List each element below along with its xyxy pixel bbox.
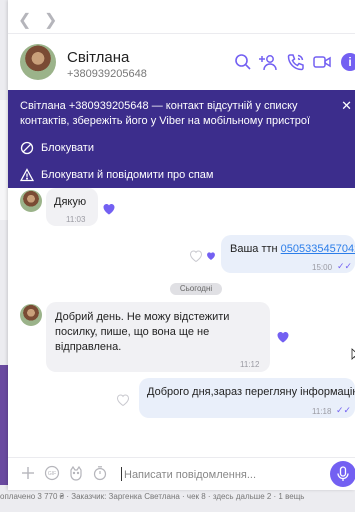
mic-icon[interactable]: [330, 461, 355, 487]
video-call-icon[interactable]: [312, 52, 332, 72]
navigation-bar: ❮ ❯: [8, 8, 128, 32]
message-bubble-incoming[interactable]: Дякую 11:03: [46, 188, 98, 226]
banner-message: Світлана +380939205648 — контакт відсутн…: [20, 100, 311, 127]
background-bottom-strip: оплачено 3 770 ₴ · Заказчик: Заргенка Св…: [0, 488, 355, 512]
message-time: 15:00: [312, 263, 333, 272]
background-window-edge: [0, 0, 8, 512]
message-text: Добрий день. Не можу відстежити посилку,…: [55, 311, 230, 353]
message-time: 11:03: [66, 215, 86, 224]
svg-text:GIF: GIF: [48, 471, 56, 477]
timer-icon[interactable]: [92, 465, 108, 481]
background-panel: [0, 100, 8, 220]
message-composer: GIF Написати повідомлення...: [8, 458, 355, 490]
background-panel-purple: [0, 365, 8, 485]
gif-icon[interactable]: GIF: [44, 465, 60, 481]
chat-header: Світлана +380939205648 i: [8, 34, 355, 90]
sender-avatar[interactable]: [20, 304, 42, 326]
sender-avatar[interactable]: [20, 190, 42, 212]
message-bubble-incoming[interactable]: Добрий день. Не можу відстежити посилку,…: [46, 302, 270, 372]
like-heart-icon[interactable]: [116, 393, 130, 407]
plus-icon[interactable]: [20, 465, 36, 481]
search-icon[interactable]: [233, 52, 253, 72]
contact-name[interactable]: Світлана: [67, 49, 129, 66]
liked-heart-icon[interactable]: [276, 330, 290, 344]
text-caret: [121, 467, 122, 481]
liked-heart-small-icon: [206, 250, 216, 260]
message-text: Дякую: [54, 196, 87, 208]
chevron-right-icon[interactable]: ❯: [44, 10, 57, 30]
message-input[interactable]: Написати повідомлення...: [124, 469, 256, 481]
info-icon[interactable]: i: [341, 53, 355, 71]
chevron-left-icon[interactable]: ❮: [18, 10, 31, 30]
block-button[interactable]: Блокувати: [20, 141, 94, 155]
background-bottom-text: оплачено 3 770 ₴ · Заказчик: Заргенка Св…: [0, 492, 305, 501]
report-spam-button[interactable]: Блокувати й повідомити про спам: [19, 168, 214, 182]
message-time: 11:18: [312, 407, 332, 416]
warning-icon: [19, 168, 35, 182]
contact-phone: +380939205648: [67, 68, 147, 80]
message-text: Доброго дня,зараз перегляну інформацію: [147, 386, 355, 398]
chat-window: ❮ ❯ Світлана +380939205648 i Світлана +3…: [8, 0, 355, 490]
message-text-prefix: Ваша ттн: [230, 243, 281, 255]
like-heart-icon[interactable]: [189, 249, 203, 263]
add-participant-icon[interactable]: [259, 52, 279, 72]
call-icon[interactable]: [286, 52, 306, 72]
liked-heart-icon[interactable]: [102, 202, 116, 216]
close-icon[interactable]: ✕: [341, 98, 352, 114]
message-time: 11:12: [240, 360, 260, 369]
block-label: Блокувати: [41, 141, 94, 154]
mouse-pointer-icon: [351, 348, 355, 362]
message-bubble-outgoing[interactable]: Ваша ттн 0505335457042 15:00 ✓✓: [221, 235, 355, 273]
message-bubble-outgoing[interactable]: Доброго дня,зараз перегляну інформацію 1…: [139, 378, 355, 418]
contact-avatar[interactable]: [20, 44, 56, 80]
date-separator: Сьогодні: [170, 283, 222, 295]
spam-label: Блокувати й повідомити про спам: [41, 168, 214, 181]
block-icon: [20, 141, 34, 155]
tracking-number-link[interactable]: 0505335457042: [281, 243, 355, 255]
read-ticks-icon: ✓✓: [337, 261, 353, 271]
read-ticks-icon: ✓✓: [336, 405, 352, 415]
message-text: Ваша ттн 0505335457042: [230, 242, 355, 257]
sticker-icon[interactable]: [68, 465, 84, 481]
unknown-contact-banner: Світлана +380939205648 — контакт відсутн…: [8, 90, 355, 188]
